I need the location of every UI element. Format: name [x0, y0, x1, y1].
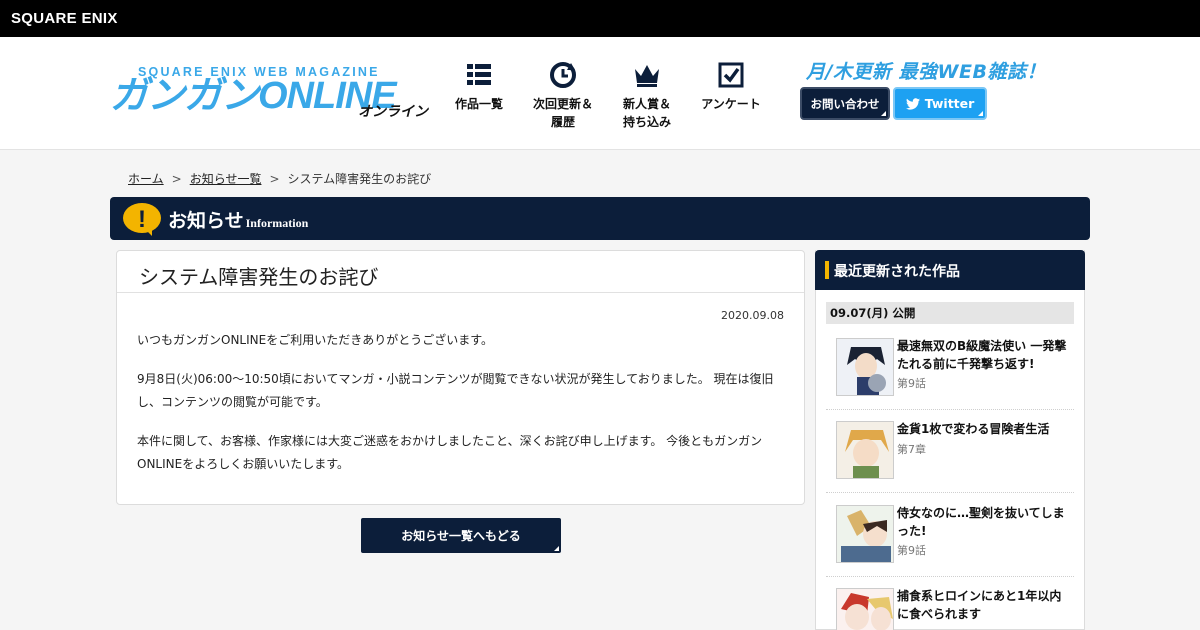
- clock-refresh-icon: [550, 62, 576, 88]
- title-divider: [117, 292, 804, 293]
- work-thumbnail[interactable]: [836, 338, 894, 396]
- breadcrumb: ホーム > お知らせ一覧 > システム障害発生のお詫び: [128, 170, 431, 187]
- article-paragraph: いつもガンガンONLINEをご利用いただきありがとうございます。: [137, 333, 494, 347]
- back-button-label: お知らせ一覧へもどる: [401, 529, 521, 543]
- gangan-online-logo[interactable]: SQUARE ENIX WEB MAGAZINE ガンガンONLINE オンライ…: [110, 65, 430, 125]
- work-thumbnail[interactable]: [836, 588, 894, 630]
- work-thumbnail[interactable]: [836, 421, 894, 479]
- article-paragraph: 9月8日(火)06:00～10:50頃においてマンガ・小説コンテンツが閲覧できな…: [137, 372, 774, 409]
- article-card: システム障害発生のお詫び 2020.09.08 いつもガンガンONLINEをご利…: [116, 250, 805, 505]
- work-title[interactable]: 侍女なのに…聖剣を抜いてしまった!: [897, 504, 1067, 540]
- contact-button[interactable]: お問い合わせ: [800, 87, 890, 120]
- breadcrumb-separator: >: [269, 172, 280, 186]
- breadcrumb-separator: >: [171, 172, 182, 186]
- work-item[interactable]: 最速無双のB級魔法使い 一発撃たれる前に千発撃ち返す! 第9話: [826, 334, 1074, 410]
- nav-next-update[interactable]: 次回更新＆ 履歴: [520, 61, 606, 131]
- section-title-jp: お知らせ: [168, 210, 244, 232]
- work-episode: 第7章: [897, 443, 926, 456]
- corner-arrow-icon: [554, 546, 559, 551]
- work-title[interactable]: 最速無双のB級魔法使い 一発撃たれる前に千発撃ち返す!: [897, 337, 1067, 373]
- crown-icon: [635, 65, 659, 87]
- twitter-button[interactable]: Twitter: [893, 87, 987, 120]
- corner-arrow-icon: [881, 111, 886, 116]
- back-to-news-list-button[interactable]: お知らせ一覧へもどる: [361, 518, 561, 553]
- nav-label: 新人賞＆ 持ち込み: [622, 97, 671, 129]
- section-title: お知らせ Information: [168, 206, 308, 233]
- article-paragraph: 本件に関して、お客様、作家様には大変ご迷惑をおかけしましたこと、深くお詫び申し上…: [137, 434, 763, 471]
- square-enix-logo[interactable]: SQUARE ENIX: [11, 10, 118, 27]
- twitter-button-label: Twitter: [924, 96, 975, 111]
- twitter-bird-icon: [905, 97, 920, 110]
- nav-works-list[interactable]: 作品一覧: [436, 61, 522, 113]
- breadcrumb-current: システム障害発生のお詫び: [287, 172, 432, 186]
- work-title[interactable]: 金貨1枚で変わる冒険者生活: [897, 420, 1067, 438]
- recent-updates-sidebar: 最近更新された作品 09.07(月) 公開 最速無双のB級魔法使い 一発撃たれる…: [815, 250, 1085, 630]
- work-episode: 第9話: [897, 377, 926, 390]
- work-item[interactable]: 侍女なのに…聖剣を抜いてしまった! 第9話: [826, 501, 1074, 577]
- work-episode: 第9話: [897, 544, 926, 557]
- sidebar-header: 最近更新された作品: [815, 250, 1085, 290]
- work-title[interactable]: 捕食系ヒロインにあと1年以内に食べられます: [897, 587, 1067, 623]
- article-body: いつもガンガンONLINEをご利用いただきありがとうございます。 9月8日(火)…: [137, 329, 787, 492]
- logo-kana: オンライン: [358, 103, 428, 119]
- top-bar: SQUARE ENIX: [0, 0, 1200, 37]
- contact-button-label: お問い合わせ: [810, 96, 880, 111]
- section-header: ! お知らせ Information: [110, 197, 1090, 240]
- work-thumbnail[interactable]: [836, 505, 894, 563]
- checkbox-icon: [718, 62, 744, 88]
- logo-title: ガンガンONLINE: [110, 75, 397, 117]
- tagline: 月/木更新 最強WEB雑誌！: [806, 61, 1046, 83]
- article-date: 2020.09.08: [721, 309, 784, 322]
- release-date-label: 09.07(月) 公開: [826, 302, 1074, 324]
- svg-text:!: !: [138, 206, 146, 233]
- sidebar-title: 最近更新された作品: [834, 264, 960, 280]
- section-title-en: Information: [245, 216, 309, 230]
- accent-marker: [825, 261, 829, 279]
- work-item[interactable]: 捕食系ヒロインにあと1年以内に食べられます: [826, 584, 1074, 630]
- nav-award[interactable]: 新人賞＆ 持ち込み: [604, 61, 690, 131]
- nav-survey[interactable]: アンケート: [688, 61, 774, 113]
- site-header: SQUARE ENIX WEB MAGAZINE ガンガンONLINE オンライ…: [0, 37, 1200, 150]
- work-item[interactable]: 金貨1枚で変わる冒険者生活 第7章: [826, 417, 1074, 493]
- breadcrumb-news-list[interactable]: お知らせ一覧: [190, 172, 262, 186]
- exclamation-bubble-icon: !: [123, 203, 161, 236]
- nav-label: 次回更新＆ 履歴: [532, 97, 593, 129]
- corner-arrow-icon: [978, 111, 983, 116]
- breadcrumb-home[interactable]: ホーム: [128, 172, 164, 186]
- nav-label: 作品一覧: [454, 97, 503, 111]
- article-title: システム障害発生のお詫び: [139, 265, 379, 289]
- nav-label: アンケート: [701, 97, 761, 111]
- list-grid-icon: [467, 64, 491, 85]
